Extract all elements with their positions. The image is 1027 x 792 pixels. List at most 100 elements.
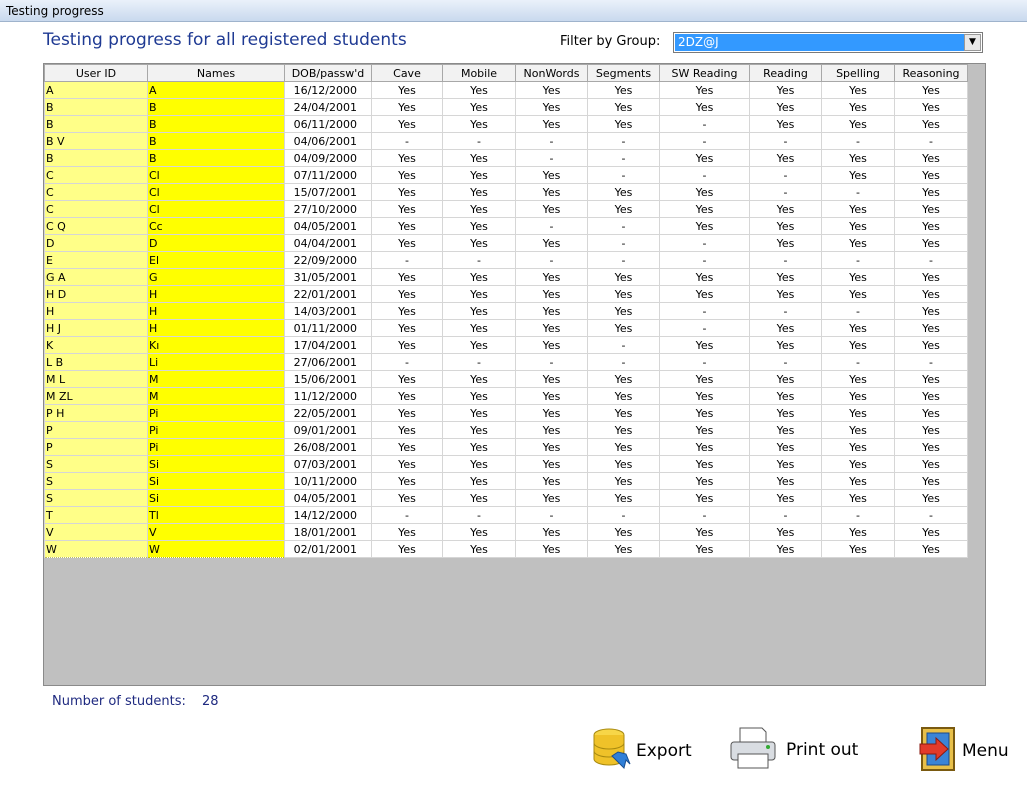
result-cell[interactable]: Yes <box>749 200 822 218</box>
result-cell[interactable]: Yes <box>821 200 895 218</box>
result-cell[interactable]: Yes <box>749 438 822 456</box>
result-cell[interactable]: Yes <box>371 523 443 541</box>
result-cell[interactable]: - <box>442 251 516 269</box>
result-cell[interactable]: - <box>749 132 822 150</box>
result-cell[interactable]: Yes <box>894 183 968 201</box>
name-cell[interactable]: Cl <box>147 183 285 201</box>
result-cell[interactable]: Yes <box>371 302 443 320</box>
name-cell[interactable]: Kı <box>147 336 285 354</box>
result-cell[interactable]: - <box>442 506 516 524</box>
column-header[interactable]: Reasoning <box>894 64 968 82</box>
result-cell[interactable]: - <box>442 132 516 150</box>
result-cell[interactable]: Yes <box>442 234 516 252</box>
result-cell[interactable]: - <box>371 251 443 269</box>
name-cell[interactable]: M <box>147 370 285 388</box>
result-cell[interactable]: - <box>821 183 895 201</box>
chevron-down-icon[interactable]: ▼ <box>964 34 981 51</box>
dob-cell[interactable]: 04/09/2000 <box>284 149 372 167</box>
result-cell[interactable]: - <box>659 353 750 371</box>
user-id-cell[interactable]: W <box>44 540 148 558</box>
result-cell[interactable]: - <box>659 506 750 524</box>
result-cell[interactable]: Yes <box>442 115 516 133</box>
table-row[interactable]: W W 02/01/2001 Yes Yes Yes Yes Yes Yes Yes Yes <box>44 540 968 558</box>
result-cell[interactable]: Yes <box>821 404 895 422</box>
dob-cell[interactable]: 07/03/2001 <box>284 455 372 473</box>
result-cell[interactable]: - <box>659 166 750 184</box>
result-cell[interactable]: Yes <box>442 166 516 184</box>
result-cell[interactable]: Yes <box>894 523 968 541</box>
result-cell[interactable]: Yes <box>442 81 516 99</box>
result-cell[interactable]: Yes <box>587 98 660 116</box>
result-cell[interactable]: Yes <box>371 149 443 167</box>
result-cell[interactable]: Yes <box>442 217 516 235</box>
result-cell[interactable]: Yes <box>587 81 660 99</box>
result-cell[interactable]: Yes <box>371 166 443 184</box>
result-cell[interactable]: Yes <box>749 115 822 133</box>
result-cell[interactable]: Yes <box>821 81 895 99</box>
result-cell[interactable]: Yes <box>749 455 822 473</box>
result-cell[interactable]: - <box>587 336 660 354</box>
result-cell[interactable]: Yes <box>894 540 968 558</box>
user-id-cell[interactable]: A <box>44 81 148 99</box>
result-cell[interactable]: Yes <box>442 319 516 337</box>
result-cell[interactable]: Yes <box>894 455 968 473</box>
result-cell[interactable]: Yes <box>442 302 516 320</box>
result-cell[interactable]: Yes <box>659 336 750 354</box>
user-id-cell[interactable]: M L <box>44 370 148 388</box>
result-cell[interactable]: Yes <box>442 285 516 303</box>
result-cell[interactable]: Yes <box>371 285 443 303</box>
result-cell[interactable]: Yes <box>587 183 660 201</box>
table-row[interactable]: K Kı 17/04/2001 Yes Yes Yes - Yes Yes Yes Yes <box>44 336 968 354</box>
result-cell[interactable]: Yes <box>587 421 660 439</box>
result-cell[interactable]: Yes <box>749 149 822 167</box>
result-cell[interactable]: Yes <box>371 319 443 337</box>
result-cell[interactable]: Yes <box>821 234 895 252</box>
result-cell[interactable]: Yes <box>659 455 750 473</box>
table-row[interactable]: P H Pi 22/05/2001 Yes Yes Yes Yes Yes Yes Yes Yes <box>44 404 968 422</box>
table-row[interactable]: H D H 22/01/2001 Yes Yes Yes Yes Yes Yes Yes Yes <box>44 285 968 303</box>
result-cell[interactable]: Yes <box>587 455 660 473</box>
table-row[interactable]: S Si 10/11/2000 Yes Yes Yes Yes Yes Yes Yes Yes <box>44 472 968 490</box>
result-cell[interactable]: - <box>515 132 588 150</box>
result-cell[interactable]: Yes <box>515 81 588 99</box>
result-cell[interactable]: Yes <box>371 404 443 422</box>
table-row[interactable]: P Pi 09/01/2001 Yes Yes Yes Yes Yes Yes Yes Yes <box>44 421 968 439</box>
user-id-cell[interactable]: H D <box>44 285 148 303</box>
name-cell[interactable]: Cl <box>147 200 285 218</box>
result-cell[interactable]: Yes <box>442 540 516 558</box>
table-row[interactable]: H J H 01/11/2000 Yes Yes Yes Yes - Yes Yes Yes <box>44 319 968 337</box>
table-row[interactable]: S Si 04/05/2001 Yes Yes Yes Yes Yes Yes Yes Yes <box>44 489 968 507</box>
print-out-button[interactable]: Print out <box>728 726 858 774</box>
result-cell[interactable]: Yes <box>515 234 588 252</box>
result-cell[interactable]: Yes <box>894 421 968 439</box>
result-cell[interactable]: - <box>587 149 660 167</box>
result-cell[interactable]: Yes <box>894 115 968 133</box>
table-row[interactable]: B B 04/09/2000 Yes Yes - - Yes Yes Yes Yes <box>44 149 968 167</box>
result-cell[interactable]: Yes <box>515 336 588 354</box>
name-cell[interactable]: Pi <box>147 438 285 456</box>
result-cell[interactable]: - <box>749 506 822 524</box>
result-cell[interactable]: Yes <box>515 438 588 456</box>
result-cell[interactable]: Yes <box>894 200 968 218</box>
table-row[interactable]: B B 06/11/2000 Yes Yes Yes Yes - Yes Yes Yes <box>44 115 968 133</box>
dob-cell[interactable]: 04/05/2001 <box>284 217 372 235</box>
dob-cell[interactable]: 14/12/2000 <box>284 506 372 524</box>
column-header[interactable]: Cave <box>371 64 443 82</box>
result-cell[interactable]: Yes <box>894 166 968 184</box>
dob-cell[interactable]: 22/09/2000 <box>284 251 372 269</box>
result-cell[interactable]: Yes <box>821 421 895 439</box>
result-cell[interactable]: Yes <box>821 268 895 286</box>
result-cell[interactable]: Yes <box>371 115 443 133</box>
result-cell[interactable]: Yes <box>821 336 895 354</box>
result-cell[interactable]: Yes <box>515 302 588 320</box>
name-cell[interactable]: El <box>147 251 285 269</box>
result-cell[interactable]: Yes <box>821 472 895 490</box>
dob-cell[interactable]: 09/01/2001 <box>284 421 372 439</box>
result-cell[interactable]: Yes <box>749 489 822 507</box>
result-cell[interactable]: Yes <box>442 438 516 456</box>
result-cell[interactable]: Yes <box>442 98 516 116</box>
dob-cell[interactable]: 01/11/2000 <box>284 319 372 337</box>
name-cell[interactable]: Cc <box>147 217 285 235</box>
result-cell[interactable]: Yes <box>894 489 968 507</box>
result-cell[interactable]: Yes <box>659 387 750 405</box>
